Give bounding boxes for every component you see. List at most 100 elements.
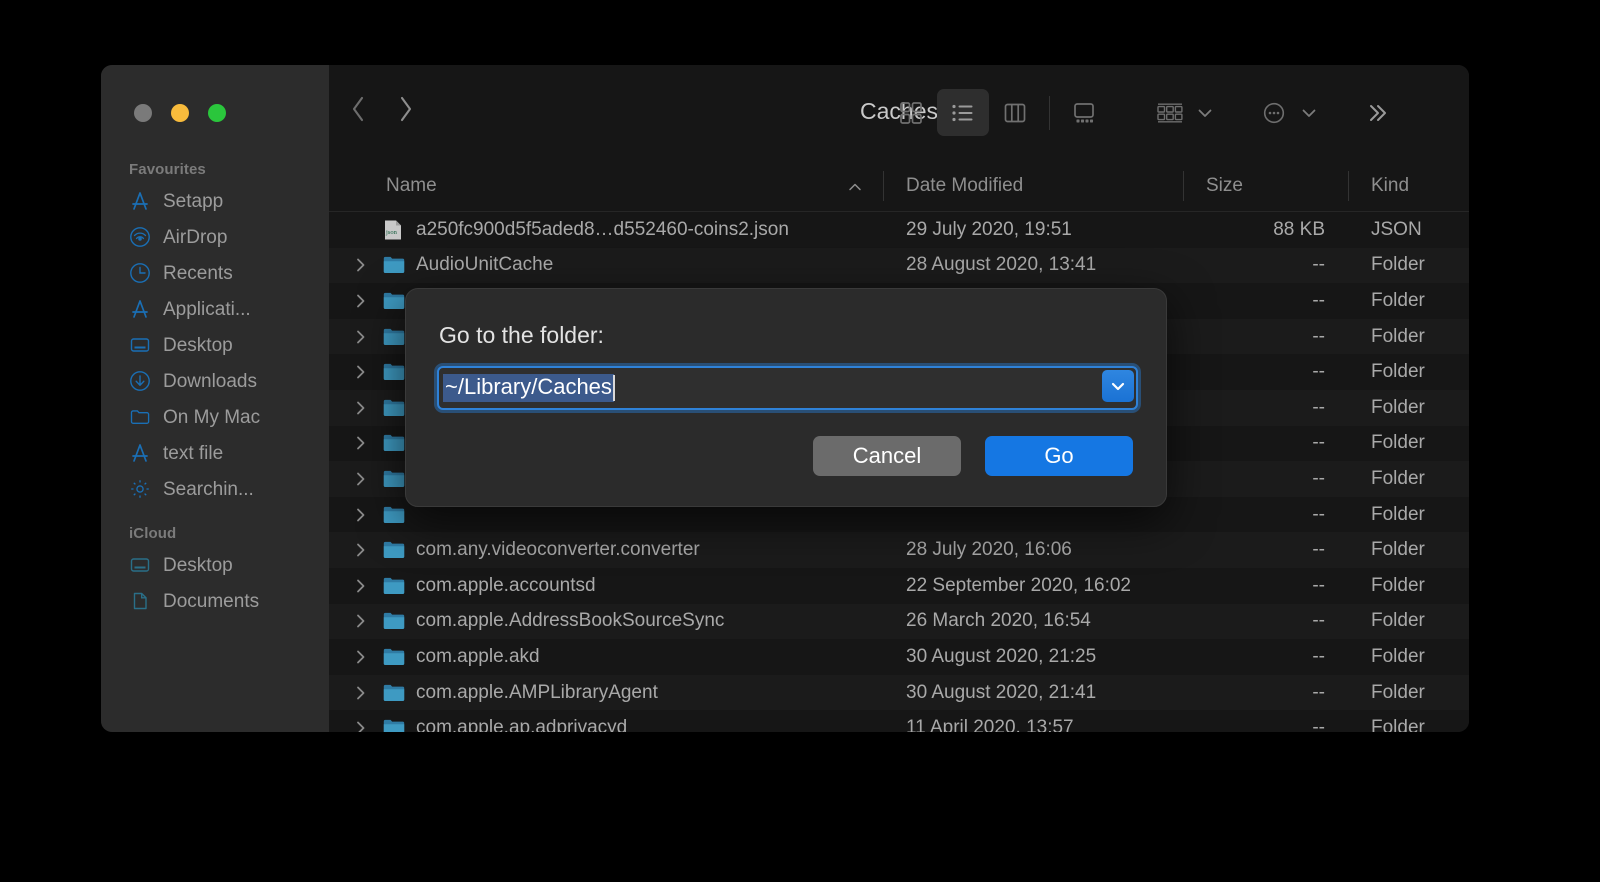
applications-icon xyxy=(129,298,151,320)
minimize-button[interactable] xyxy=(171,104,189,122)
file-size: -- xyxy=(1184,682,1349,704)
file-date-modified: 28 July 2020, 16:06 xyxy=(884,539,1184,561)
sidebar-group-favourites-title: Favourites xyxy=(101,153,329,183)
disclosure-triangle[interactable] xyxy=(347,328,375,346)
table-row[interactable]: com.apple.AddressBookSourceSync26 March … xyxy=(329,604,1469,640)
disclosure-triangle[interactable] xyxy=(347,399,375,417)
folder-icon xyxy=(383,577,405,595)
sidebar-item-text-file[interactable]: text file xyxy=(101,435,329,471)
folder-icon xyxy=(383,612,405,630)
file-name: AudioUnitCache xyxy=(405,254,884,276)
list-view-button[interactable] xyxy=(937,89,989,136)
sidebar-item-label: On My Mac xyxy=(163,408,260,427)
file-size: -- xyxy=(1184,504,1349,526)
go-button[interactable]: Go xyxy=(985,436,1133,476)
file-date-modified: 22 September 2020, 16:02 xyxy=(884,575,1184,597)
disclosure-triangle[interactable] xyxy=(347,719,375,732)
sidebar-item-icloud-documents[interactable]: Documents xyxy=(101,583,329,619)
disclosure-triangle[interactable] xyxy=(347,648,375,666)
sidebar-item-desktop[interactable]: Desktop xyxy=(101,327,329,363)
column-header-label: Name xyxy=(386,175,437,197)
file-kind: Folder xyxy=(1349,397,1469,419)
file-kind: Folder xyxy=(1349,290,1469,312)
file-kind: Folder xyxy=(1349,468,1469,490)
chevron-down-icon xyxy=(1108,376,1128,396)
file-kind: Folder xyxy=(1349,717,1469,732)
sidebar-item-label: Documents xyxy=(163,592,259,611)
sidebar-item-label: Searchin... xyxy=(163,480,254,499)
more-toolbar-items-button[interactable] xyxy=(1352,89,1404,136)
file-name: com.apple.akd xyxy=(405,646,884,668)
disclosure-triangle[interactable] xyxy=(347,292,375,310)
column-header-kind[interactable]: Kind xyxy=(1349,161,1469,211)
file-kind: Folder xyxy=(1349,539,1469,561)
table-row[interactable]: com.any.videoconverter.converter28 July … xyxy=(329,532,1469,568)
desktop-background: Favourites Setapp AirDrop xyxy=(0,0,1600,882)
column-view-button[interactable] xyxy=(989,89,1041,136)
disclosure-triangle[interactable] xyxy=(347,684,375,702)
sidebar-item-on-my-mac[interactable]: On My Mac xyxy=(101,399,329,435)
sort-ascending-icon xyxy=(848,178,862,192)
table-row[interactable]: com.apple.ap.adprivacyd11 April 2020, 13… xyxy=(329,710,1469,732)
sidebar-item-icloud-desktop[interactable]: Desktop xyxy=(101,547,329,583)
cancel-button[interactable]: Cancel xyxy=(813,436,961,476)
folder-icon xyxy=(383,719,405,732)
table-row[interactable]: com.apple.akd30 August 2020, 21:25--Fold… xyxy=(329,639,1469,675)
folder-icon xyxy=(129,406,151,428)
column-header-label: Kind xyxy=(1371,175,1409,197)
table-row[interactable]: com.apple.AMPLibraryAgent30 August 2020,… xyxy=(329,675,1469,711)
action-menu-button[interactable] xyxy=(1248,89,1300,136)
icon-view-button[interactable] xyxy=(885,89,937,136)
forward-button[interactable] xyxy=(398,95,414,123)
folder-icon xyxy=(383,684,405,702)
disclosure-triangle[interactable] xyxy=(347,434,375,452)
table-row[interactable]: jsona250fc900d5f5aded8…d552460-coins2.js… xyxy=(329,212,1469,248)
disclosure-triangle[interactable] xyxy=(347,470,375,488)
sidebar-item-airdrop[interactable]: AirDrop xyxy=(101,219,329,255)
sidebar-item-applications[interactable]: Applicati... xyxy=(101,291,329,327)
dialog-label: Go to the folder: xyxy=(439,322,604,349)
path-history-button[interactable] xyxy=(1102,370,1134,402)
toolbar: Caches xyxy=(329,65,1469,161)
close-button[interactable] xyxy=(134,104,152,122)
file-kind: Folder xyxy=(1349,254,1469,276)
disclosure-triangle[interactable] xyxy=(347,577,375,595)
column-header-name[interactable]: Name xyxy=(329,161,884,211)
folder-icon xyxy=(383,470,405,488)
clock-icon xyxy=(129,262,151,284)
file-date-modified: 28 August 2020, 13:41 xyxy=(884,254,1184,276)
folder-icon xyxy=(383,292,405,310)
gallery-view-button[interactable] xyxy=(1058,89,1110,136)
disclosure-triangle[interactable] xyxy=(347,612,375,630)
file-size: -- xyxy=(1184,717,1349,732)
chevron-down-icon[interactable] xyxy=(1300,104,1318,122)
document-icon xyxy=(129,590,151,612)
column-header-date-modified[interactable]: Date Modified xyxy=(884,161,1184,211)
disclosure-triangle[interactable] xyxy=(347,506,375,524)
folder-icon xyxy=(383,256,405,274)
sidebar-item-downloads[interactable]: Downloads xyxy=(101,363,329,399)
sidebar-item-label: Recents xyxy=(163,264,233,283)
toolbar-buttons xyxy=(885,89,1404,136)
sidebar: Favourites Setapp AirDrop xyxy=(101,65,329,732)
zoom-button[interactable] xyxy=(208,104,226,122)
folder-icon xyxy=(383,328,405,346)
file-name: com.apple.AMPLibraryAgent xyxy=(405,682,884,704)
sidebar-item-searching[interactable]: Searchin... xyxy=(101,471,329,507)
file-size: -- xyxy=(1184,539,1349,561)
disclosure-triangle[interactable] xyxy=(347,363,375,381)
group-by-button[interactable] xyxy=(1144,89,1196,136)
downloads-icon xyxy=(129,370,151,392)
sidebar-item-setapp[interactable]: Setapp xyxy=(101,183,329,219)
column-header-size[interactable]: Size xyxy=(1184,161,1349,211)
sidebar-item-recents[interactable]: Recents xyxy=(101,255,329,291)
disclosure-triangle[interactable] xyxy=(347,256,375,274)
chevron-down-icon[interactable] xyxy=(1196,104,1214,122)
table-row[interactable]: AudioUnitCache28 August 2020, 13:41--Fol… xyxy=(329,248,1469,284)
back-button[interactable] xyxy=(350,95,366,123)
go-to-folder-dialog: Go to the folder: ~/Library/Caches Cance… xyxy=(405,288,1167,507)
airdrop-icon xyxy=(129,226,151,248)
folder-path-input[interactable]: ~/Library/Caches xyxy=(437,366,1138,410)
table-row[interactable]: com.apple.accountsd22 September 2020, 16… xyxy=(329,568,1469,604)
disclosure-triangle[interactable] xyxy=(347,541,375,559)
